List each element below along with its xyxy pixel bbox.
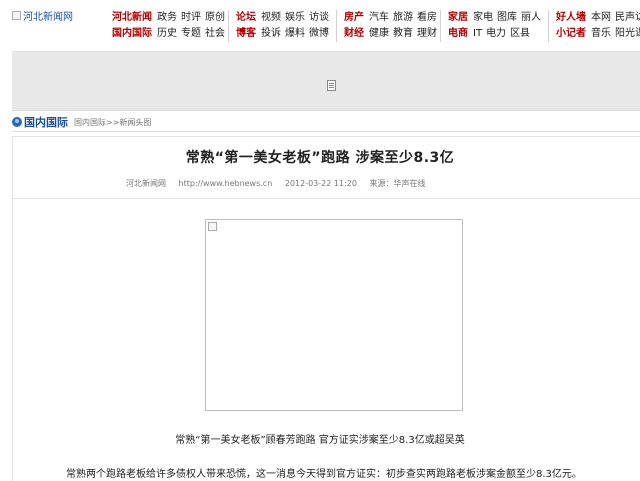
nav-link[interactable]: 理财 <box>417 28 437 39</box>
site-logo[interactable]: 河北新闻网 <box>12 6 92 24</box>
breadcrumb-path[interactable]: 国内国际>>新闻头图 <box>74 117 151 128</box>
nav-link[interactable]: 汽车 <box>369 12 389 23</box>
nav-separator <box>336 10 337 42</box>
nav-row: 房产 汽车 旅游 看房 <box>344 10 441 26</box>
nav-link[interactable]: IT <box>473 28 482 39</box>
nav-row: 博客 投诉 爆料 微博 <box>236 26 333 42</box>
section-title-label: 国内国际 <box>24 116 68 129</box>
nav-group: 好人墙本网民声访小记者音乐阳光课 <box>556 10 640 42</box>
broken-image-icon <box>208 222 217 231</box>
divider <box>12 198 640 199</box>
nav-link[interactable]: 视频 <box>261 12 281 23</box>
top-navigation: 河北新闻 政务 时评 原创 国内国际 历史 专题 社会 论坛 视频 娱乐 访谈 博客 投诉 爆料 微博 房产 汽车… <box>112 10 640 42</box>
nav-link[interactable]: 旅游 <box>393 12 413 23</box>
nav-link[interactable]: 娱乐 <box>285 12 305 23</box>
nav-link-heading[interactable]: 博客 <box>236 28 256 39</box>
nav-link-heading[interactable]: 好人墙 <box>556 12 586 23</box>
nav-separator <box>440 10 441 42</box>
nav-link-heading[interactable]: 房产 <box>344 12 364 23</box>
nav-group: 论坛 视频 娱乐 访谈 博客 投诉 爆料 微博 <box>236 10 333 42</box>
nav-link[interactable]: 政务 <box>157 12 177 23</box>
nav-link[interactable]: 看房 <box>417 12 437 23</box>
nav-link[interactable]: 投诉 <box>261 28 281 39</box>
document-icon <box>327 80 336 91</box>
nav-separator <box>548 10 549 42</box>
nav-link[interactable]: 丽人 <box>521 12 541 23</box>
article-datetime: 2012-03-22 11:20 <box>284 179 357 188</box>
nav-link[interactable]: 民声访 <box>615 12 640 23</box>
article-photo <box>205 219 463 411</box>
nav-group: 河北新闻 政务 时评 原创 国内国际 历史 专题 社会 <box>112 10 229 42</box>
article-url[interactable]: http://www.hebnews.cn <box>179 179 273 188</box>
globe-icon <box>12 117 22 127</box>
article-source[interactable]: 河北新闻网 <box>126 179 166 188</box>
nav-row: 河北新闻 政务 时评 原创 <box>112 10 229 26</box>
nav-link[interactable]: 社会 <box>205 28 225 39</box>
nav-link[interactable]: 图库 <box>497 12 517 23</box>
nav-link[interactable]: 家电 <box>473 12 493 23</box>
photo-caption: 常熟“第一美女老板”顾春芳跑路 官方证实涉案至少8.3亿或超吴英 <box>175 435 465 446</box>
nav-link[interactable]: 健康 <box>369 28 389 39</box>
nav-link[interactable]: 阳光课 <box>615 28 640 39</box>
nav-link[interactable]: 访谈 <box>309 12 329 23</box>
nav-row: 国内国际 历史 专题 社会 <box>112 26 229 42</box>
article-title: 常熟“第一美女老板”跑路 涉案至少8.3亿 <box>185 150 455 166</box>
nav-link[interactable]: 本网 <box>591 12 611 23</box>
nav-link[interactable]: 历史 <box>157 28 177 39</box>
nav-link[interactable]: 教育 <box>393 28 413 39</box>
nav-row: 电商 IT 电力 区县 <box>448 26 545 42</box>
breadcrumb: 国内国际 国内国际>>新闻头图 <box>12 113 640 132</box>
nav-link-heading[interactable]: 财经 <box>344 28 364 39</box>
section-title[interactable]: 国内国际 <box>12 114 68 130</box>
nav-separator <box>228 10 229 42</box>
nav-group: 房产 汽车 旅游 看房 财经 健康 教育 理财 <box>344 10 441 42</box>
nav-link[interactable]: 专题 <box>181 28 201 39</box>
nav-link[interactable]: 音乐 <box>591 28 611 39</box>
nav-link[interactable]: 时评 <box>181 12 201 23</box>
nav-link-heading[interactable]: 家居 <box>448 12 468 23</box>
nav-row: 论坛 视频 娱乐 访谈 <box>236 10 333 26</box>
nav-link[interactable]: 原创 <box>205 12 225 23</box>
nav-link[interactable]: 爆料 <box>285 28 305 39</box>
banner-ad-placeholder[interactable] <box>12 51 640 111</box>
nav-link-heading[interactable]: 小记者 <box>556 28 586 39</box>
nav-link[interactable]: 电力 <box>486 28 506 39</box>
article-paragraph: 常熟两个跑路老板给许多债权人带来恐慌，这一消息今天得到官方证实：初步查实两跑路老… <box>66 469 582 480</box>
article-origin: 来源：华声在线 <box>369 179 426 188</box>
nav-link-heading[interactable]: 论坛 <box>236 12 256 23</box>
nav-link-heading[interactable]: 河北新闻 <box>112 12 152 23</box>
nav-link-heading[interactable]: 电商 <box>448 28 468 39</box>
nav-row: 好人墙本网民声访 <box>556 10 640 26</box>
article-meta: 河北新闻网 http://www.hebnews.cn 2012-03-22 1… <box>126 178 435 189</box>
site-logo-alt: 河北新闻网 <box>23 11 73 23</box>
nav-link[interactable]: 区县 <box>510 28 530 39</box>
nav-row: 财经 健康 教育 理财 <box>344 26 441 42</box>
nav-group: 家居 家电 图库 丽人电商 IT 电力 区县 <box>448 10 545 42</box>
nav-row: 小记者音乐阳光课 <box>556 26 640 42</box>
broken-image-icon <box>12 10 21 20</box>
nav-link-heading[interactable]: 国内国际 <box>112 28 152 39</box>
nav-row: 家居 家电 图库 丽人 <box>448 10 545 26</box>
nav-link[interactable]: 微博 <box>309 28 329 39</box>
